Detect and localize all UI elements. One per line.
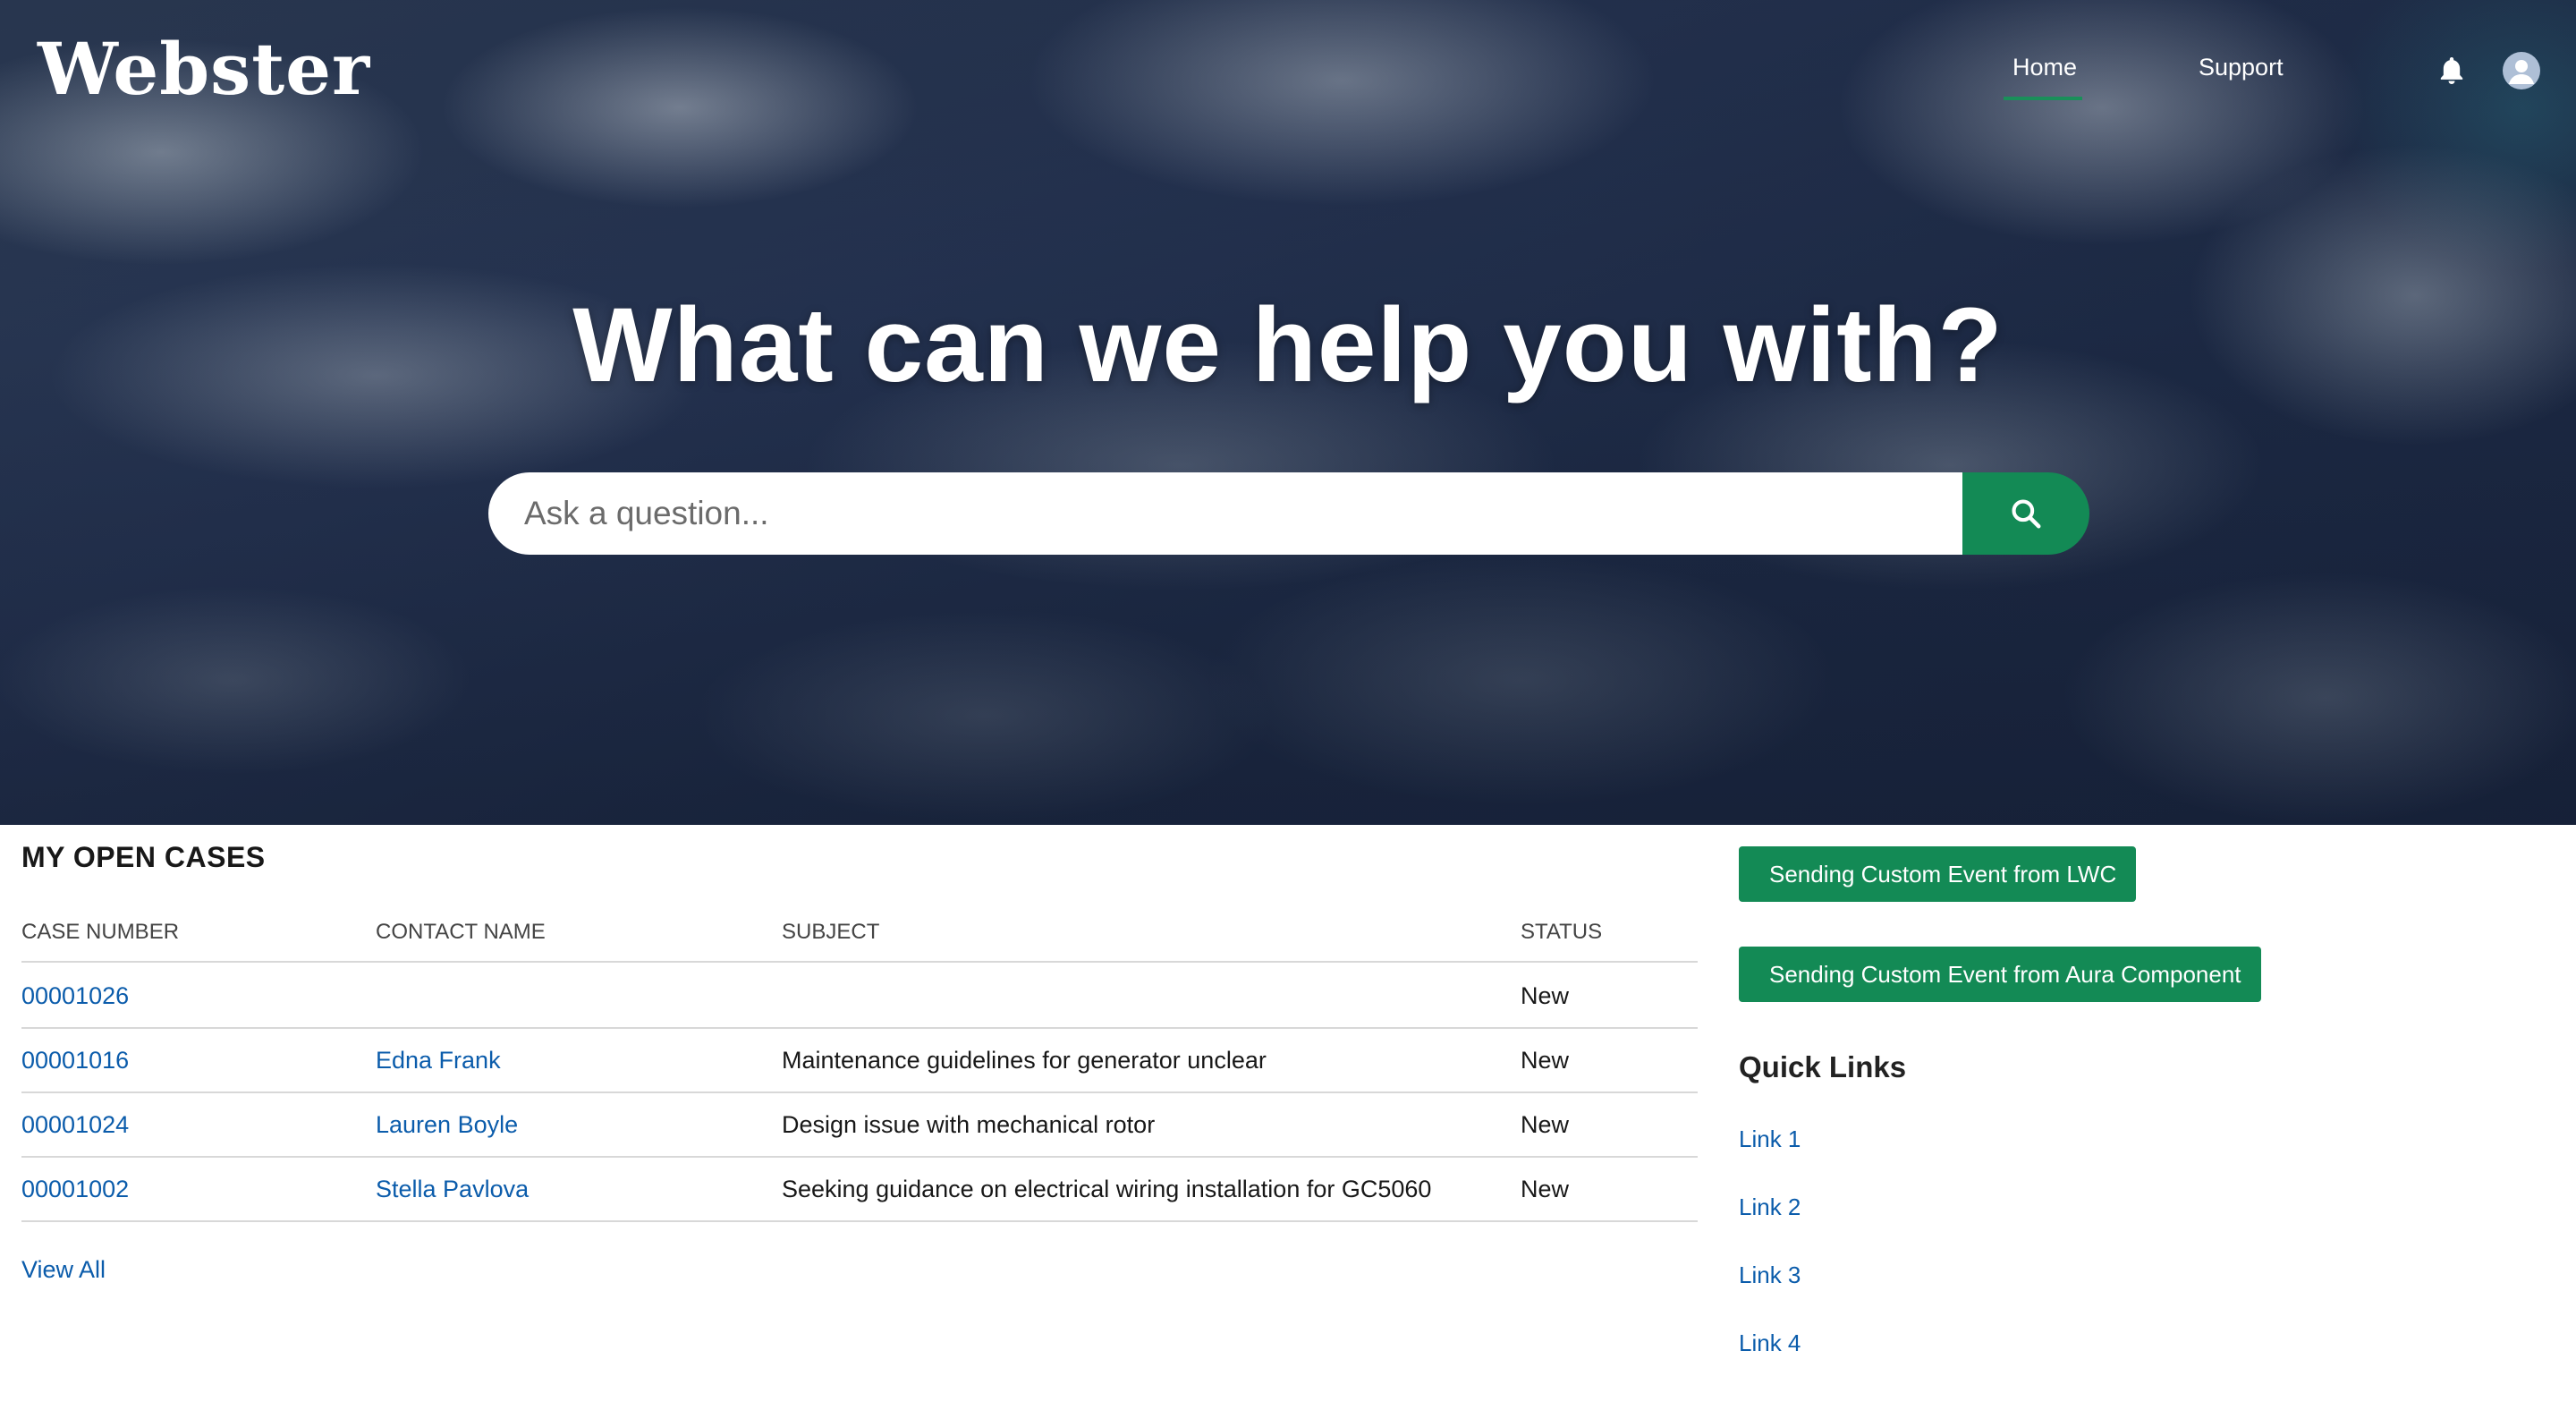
table-header: CASE NUMBER CONTACT NAME SUBJECT STATUS [21,913,1698,963]
column-header-status: STATUS [1521,920,1603,944]
nav-support[interactable]: Support [2199,54,2284,81]
column-header-contact-name: CONTACT NAME [376,920,546,944]
column-header-case-number: CASE NUMBER [21,920,180,944]
contact-name-link[interactable]: Edna Frank [376,1047,501,1074]
case-status: New [1521,1176,1570,1202]
case-status: New [1521,1047,1570,1074]
case-subject: Seeking guidance on electrical wiring in… [782,1176,1432,1202]
contact-name-link[interactable]: Lauren Boyle [376,1111,518,1139]
table-row: 00001024 Lauren Boyle Design issue with … [21,1093,1698,1158]
contact-name-link[interactable]: Stella Pavlova [376,1176,529,1203]
nav-home-active-indicator [2004,97,2082,100]
site-logo[interactable]: Webster [38,27,370,111]
case-subject: Maintenance guidelines for generator unc… [782,1047,1267,1074]
case-number-link[interactable]: 00001026 [21,982,129,1010]
search-input[interactable] [488,472,1964,555]
table-row: 00001026 New [21,964,1698,1029]
open-cases-panel: MY OPEN CASES CASE NUMBER CONTACT NAME S… [21,841,1698,1222]
case-status: New [1521,982,1570,1009]
column-header-subject: SUBJECT [782,920,880,944]
table-row: 00001002 Stella Pavlova Seeking guidance… [21,1158,1698,1222]
view-all-link[interactable]: View All [21,1256,106,1284]
bell-icon[interactable] [2435,54,2469,88]
case-number-link[interactable]: 00001016 [21,1047,129,1074]
hero-banner [0,0,2576,825]
case-number-link[interactable]: 00001024 [21,1111,129,1139]
quick-links-title: Quick Links [1739,1050,1907,1083]
send-event-aura-button[interactable]: Sending Custom Event from Aura Component [1739,947,2261,1002]
table-row: 00001016 Edna Frank Maintenance guidelin… [21,1029,1698,1093]
hero-headline: What can we help you with? [572,286,2004,404]
cases-title: MY OPEN CASES [21,841,266,873]
quick-link-3[interactable]: Link 3 [1739,1261,1801,1289]
send-event-lwc-button[interactable]: Sending Custom Event from LWC [1739,846,2136,902]
nav-home[interactable]: Home [2012,54,2077,81]
search-icon [2012,499,2041,529]
search-button[interactable] [1962,472,2089,555]
quick-link-2[interactable]: Link 2 [1739,1193,1801,1221]
case-subject: Design issue with mechanical rotor [782,1111,1156,1138]
quick-link-4[interactable]: Link 4 [1739,1329,1801,1357]
search-bar [488,472,2089,555]
quick-link-1[interactable]: Link 1 [1739,1125,1801,1153]
case-status: New [1521,1111,1570,1138]
user-avatar-icon[interactable] [2503,52,2540,89]
case-number-link[interactable]: 00001002 [21,1176,129,1203]
